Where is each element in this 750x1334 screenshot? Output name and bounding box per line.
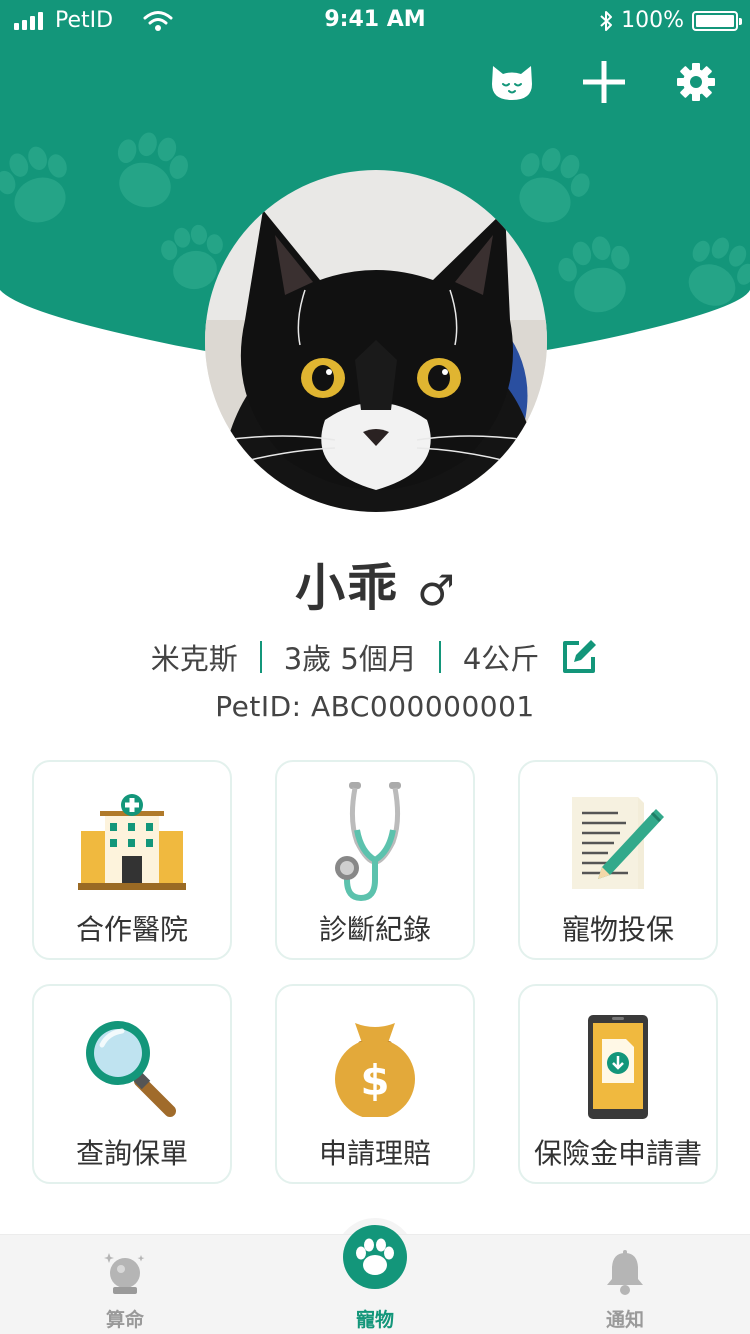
settings-button[interactable] <box>672 58 720 106</box>
pet-id: PetID: ABC000000001 <box>215 690 535 723</box>
service-tile-claim[interactable]: $ 申請理賠 <box>275 984 475 1184</box>
pet-weight: 4公斤 <box>462 642 540 676</box>
service-label: 查詢保單 <box>75 1137 188 1170</box>
hospital-icon <box>78 793 186 890</box>
add-pet-button[interactable] <box>580 58 628 106</box>
service-label: 診斷紀錄 <box>318 913 431 946</box>
meta-divider <box>259 641 262 673</box>
tab-label: 算命 <box>105 1309 144 1331</box>
gender-symbol: ♂ <box>417 566 455 615</box>
document-pen-icon <box>572 796 664 889</box>
service-label: 申請理賠 <box>318 1137 431 1170</box>
status-bar: PetID 9:41 AM 100% <box>0 0 750 40</box>
tab-label: 通知 <box>605 1309 644 1331</box>
meta-divider <box>438 641 441 673</box>
tab-label: 寵物 <box>355 1309 394 1331</box>
service-tile-policy-query[interactable]: 查詢保單 <box>32 984 232 1184</box>
service-tile-claim-form[interactable]: 保險金申請書 <box>518 984 718 1184</box>
tab-pets[interactable]: 寵物 <box>250 1225 500 1334</box>
magnifier-icon <box>86 1020 176 1117</box>
service-tile-hospital[interactable]: 合作醫院 <box>32 760 232 960</box>
bluetooth-icon <box>600 10 613 31</box>
pet-name-row: 小乖 ♂ <box>0 548 750 620</box>
service-label: 合作醫院 <box>75 913 188 946</box>
battery-icon <box>692 10 742 31</box>
tab-bar: 算命 寵物 通知 <box>0 1225 750 1334</box>
money-bag-icon: $ <box>335 1022 415 1117</box>
battery-percent: 100% <box>621 8 684 33</box>
pet-photo <box>205 170 547 512</box>
cat-face-icon <box>492 66 532 100</box>
edit-profile-button[interactable] <box>559 637 599 677</box>
crystal-ball-icon <box>104 1253 145 1294</box>
stethoscope-icon <box>335 782 401 902</box>
pet-breed: 米克斯 <box>150 642 238 676</box>
phone-download-icon <box>588 1014 648 1119</box>
service-label: 保險金申請書 <box>533 1137 702 1170</box>
service-label: 寵物投保 <box>561 913 674 946</box>
svg-text:$: $ <box>360 1056 389 1105</box>
service-tile-insure[interactable]: 寵物投保 <box>518 760 718 960</box>
pet-age: 3歲 5個月 <box>283 642 417 676</box>
tab-notifications[interactable]: 通知 <box>500 1235 750 1334</box>
pet-name: 小乖 <box>295 559 400 617</box>
service-grid: 合作醫院 診斷紀錄 寵物投保 查詢保單 $ 申請理賠 保險金申請書 <box>32 760 718 1184</box>
top-actions <box>488 58 720 106</box>
tab-fortune[interactable]: 算命 <box>0 1235 250 1334</box>
cat-face-button[interactable] <box>488 58 536 106</box>
plus-icon <box>583 61 625 103</box>
gear-icon <box>677 63 715 101</box>
pet-meta-row: 米克斯 3歲 5個月 4公斤 <box>0 636 750 678</box>
edit-icon <box>563 640 597 673</box>
paw-icon <box>343 1225 407 1289</box>
service-tile-diagnosis[interactable]: 診斷紀錄 <box>275 760 475 960</box>
bell-icon <box>607 1250 643 1295</box>
pet-avatar[interactable] <box>205 170 547 512</box>
